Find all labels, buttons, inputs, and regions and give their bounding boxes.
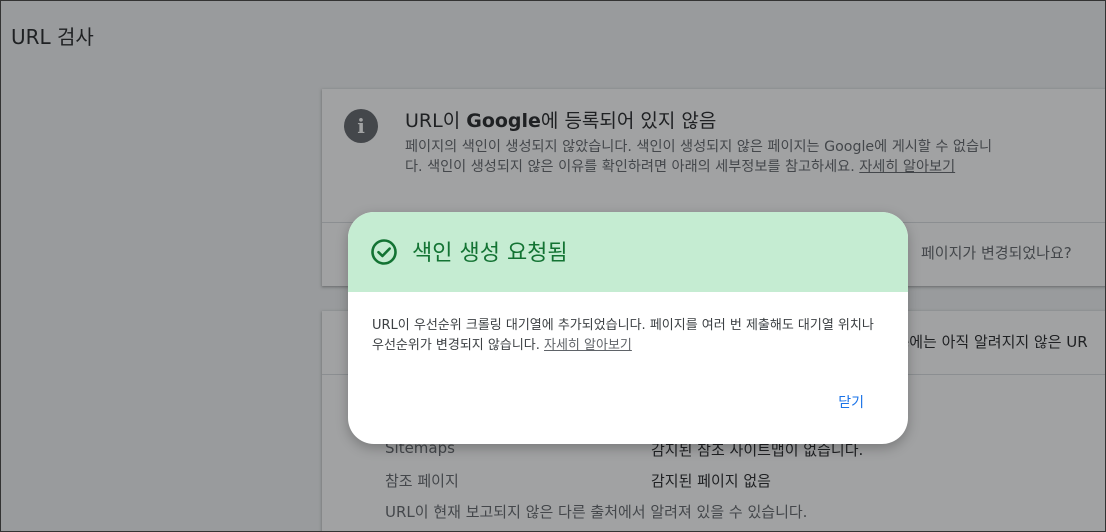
dialog-header: 색인 생성 요청됨	[348, 212, 908, 292]
dialog-learn-more-link[interactable]: 자세히 알아보기	[544, 338, 632, 353]
check-circle-icon	[371, 239, 397, 265]
indexing-requested-dialog: 색인 생성 요청됨 URL이 우선순위 크롤링 대기열에 추가되었습니다. 페이…	[348, 212, 908, 444]
dialog-body: URL이 우선순위 크롤링 대기열에 추가되었습니다. 페이지를 여러 번 제출…	[372, 316, 884, 356]
close-button[interactable]: 닫기	[836, 390, 866, 414]
dialog-title: 색인 생성 요청됨	[412, 241, 568, 266]
app-frame: URL 검사 i URL이 Google에 등록되어 있지 않음 페이지의 색인…	[0, 0, 1106, 532]
